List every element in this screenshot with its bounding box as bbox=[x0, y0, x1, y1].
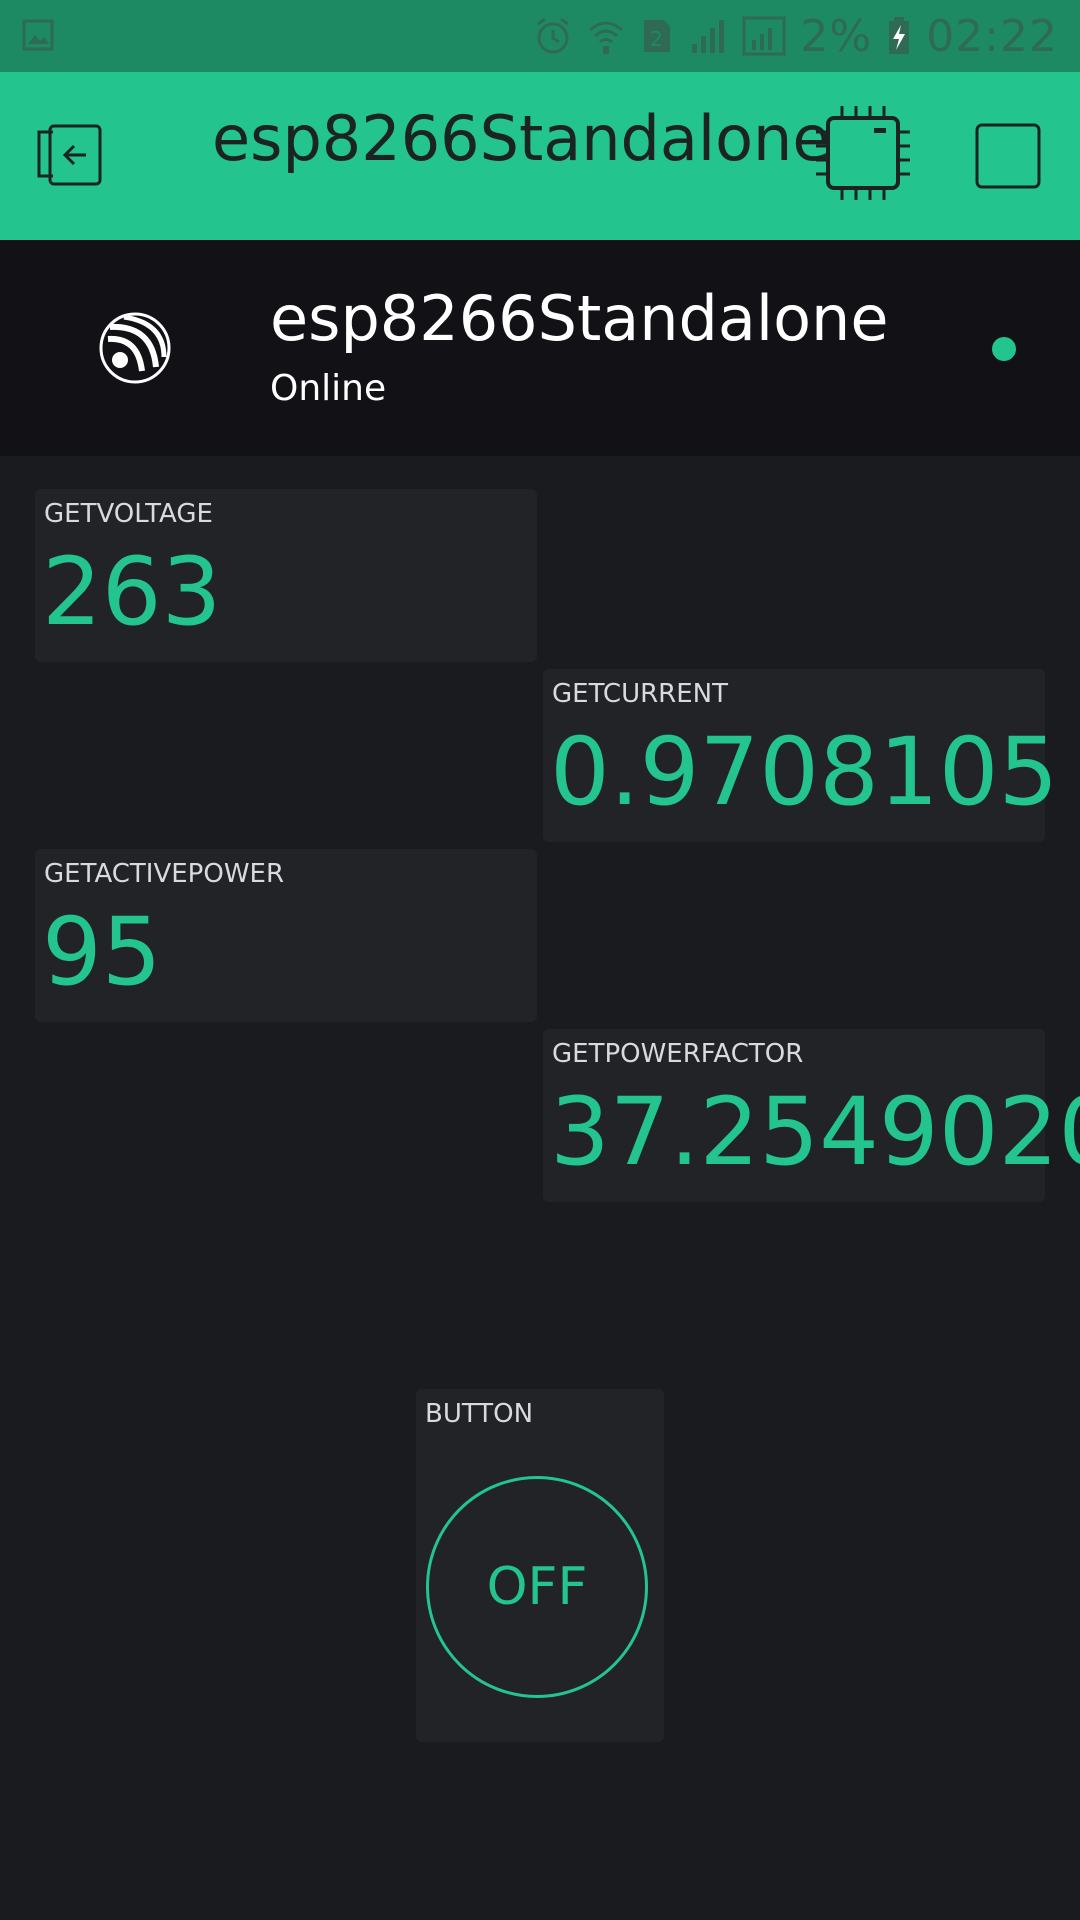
exit-icon[interactable] bbox=[36, 122, 108, 188]
widget-label: GETPOWERFACTOR bbox=[552, 1039, 804, 1069]
widget-label: GETACTIVEPOWER bbox=[44, 859, 285, 889]
clock: 02:22 bbox=[926, 10, 1058, 62]
wifi-icon bbox=[589, 21, 624, 54]
espressif-logo-icon bbox=[99, 312, 171, 384]
toggle-button[interactable]: OFF bbox=[426, 1476, 648, 1698]
active-power-widget[interactable]: GETACTIVEPOWER 95 bbox=[35, 849, 537, 1022]
widget-value: 263 bbox=[42, 538, 222, 647]
widget-value: 95 bbox=[42, 898, 162, 1007]
widget-value: 0.9708105 bbox=[550, 718, 1059, 827]
image-icon bbox=[22, 19, 54, 51]
alarm-icon bbox=[537, 17, 570, 54]
battery-charging-icon bbox=[889, 17, 910, 54]
power-factor-widget[interactable]: GETPOWERFACTOR 37.2549020 bbox=[543, 1029, 1080, 1202]
chip-icon[interactable] bbox=[814, 104, 912, 202]
battery-percent: 2% bbox=[800, 10, 873, 62]
device-header: esp8266Standalone Online bbox=[0, 240, 1080, 456]
signal-icon bbox=[692, 20, 725, 53]
current-widget[interactable]: GETCURRENT 0.9708105 bbox=[543, 669, 1058, 842]
widget-label: GETVOLTAGE bbox=[44, 499, 213, 529]
toolbar-title: esp8266Standalone bbox=[212, 102, 831, 175]
toolbar: esp8266Standalone bbox=[0, 72, 1080, 240]
device-status: Online bbox=[270, 368, 387, 409]
status-bar: 2 2% 02:22 bbox=[0, 0, 1080, 72]
widget-label: GETCURRENT bbox=[552, 679, 729, 709]
toggle-button-label: OFF bbox=[486, 1557, 588, 1617]
widget-label: BUTTON bbox=[425, 1399, 534, 1429]
voltage-widget[interactable]: GETVOLTAGE 263 bbox=[35, 489, 537, 662]
widget-value: 37.2549020 bbox=[550, 1078, 1080, 1187]
sim-icon: 2 bbox=[644, 20, 671, 52]
device-name: esp8266Standalone bbox=[270, 282, 889, 355]
svg-text:2: 2 bbox=[650, 27, 663, 51]
stop-icon[interactable] bbox=[974, 122, 1042, 190]
signal-icon bbox=[742, 16, 786, 56]
online-status-dot bbox=[992, 337, 1016, 361]
button-widget: BUTTON OFF bbox=[416, 1389, 664, 1742]
